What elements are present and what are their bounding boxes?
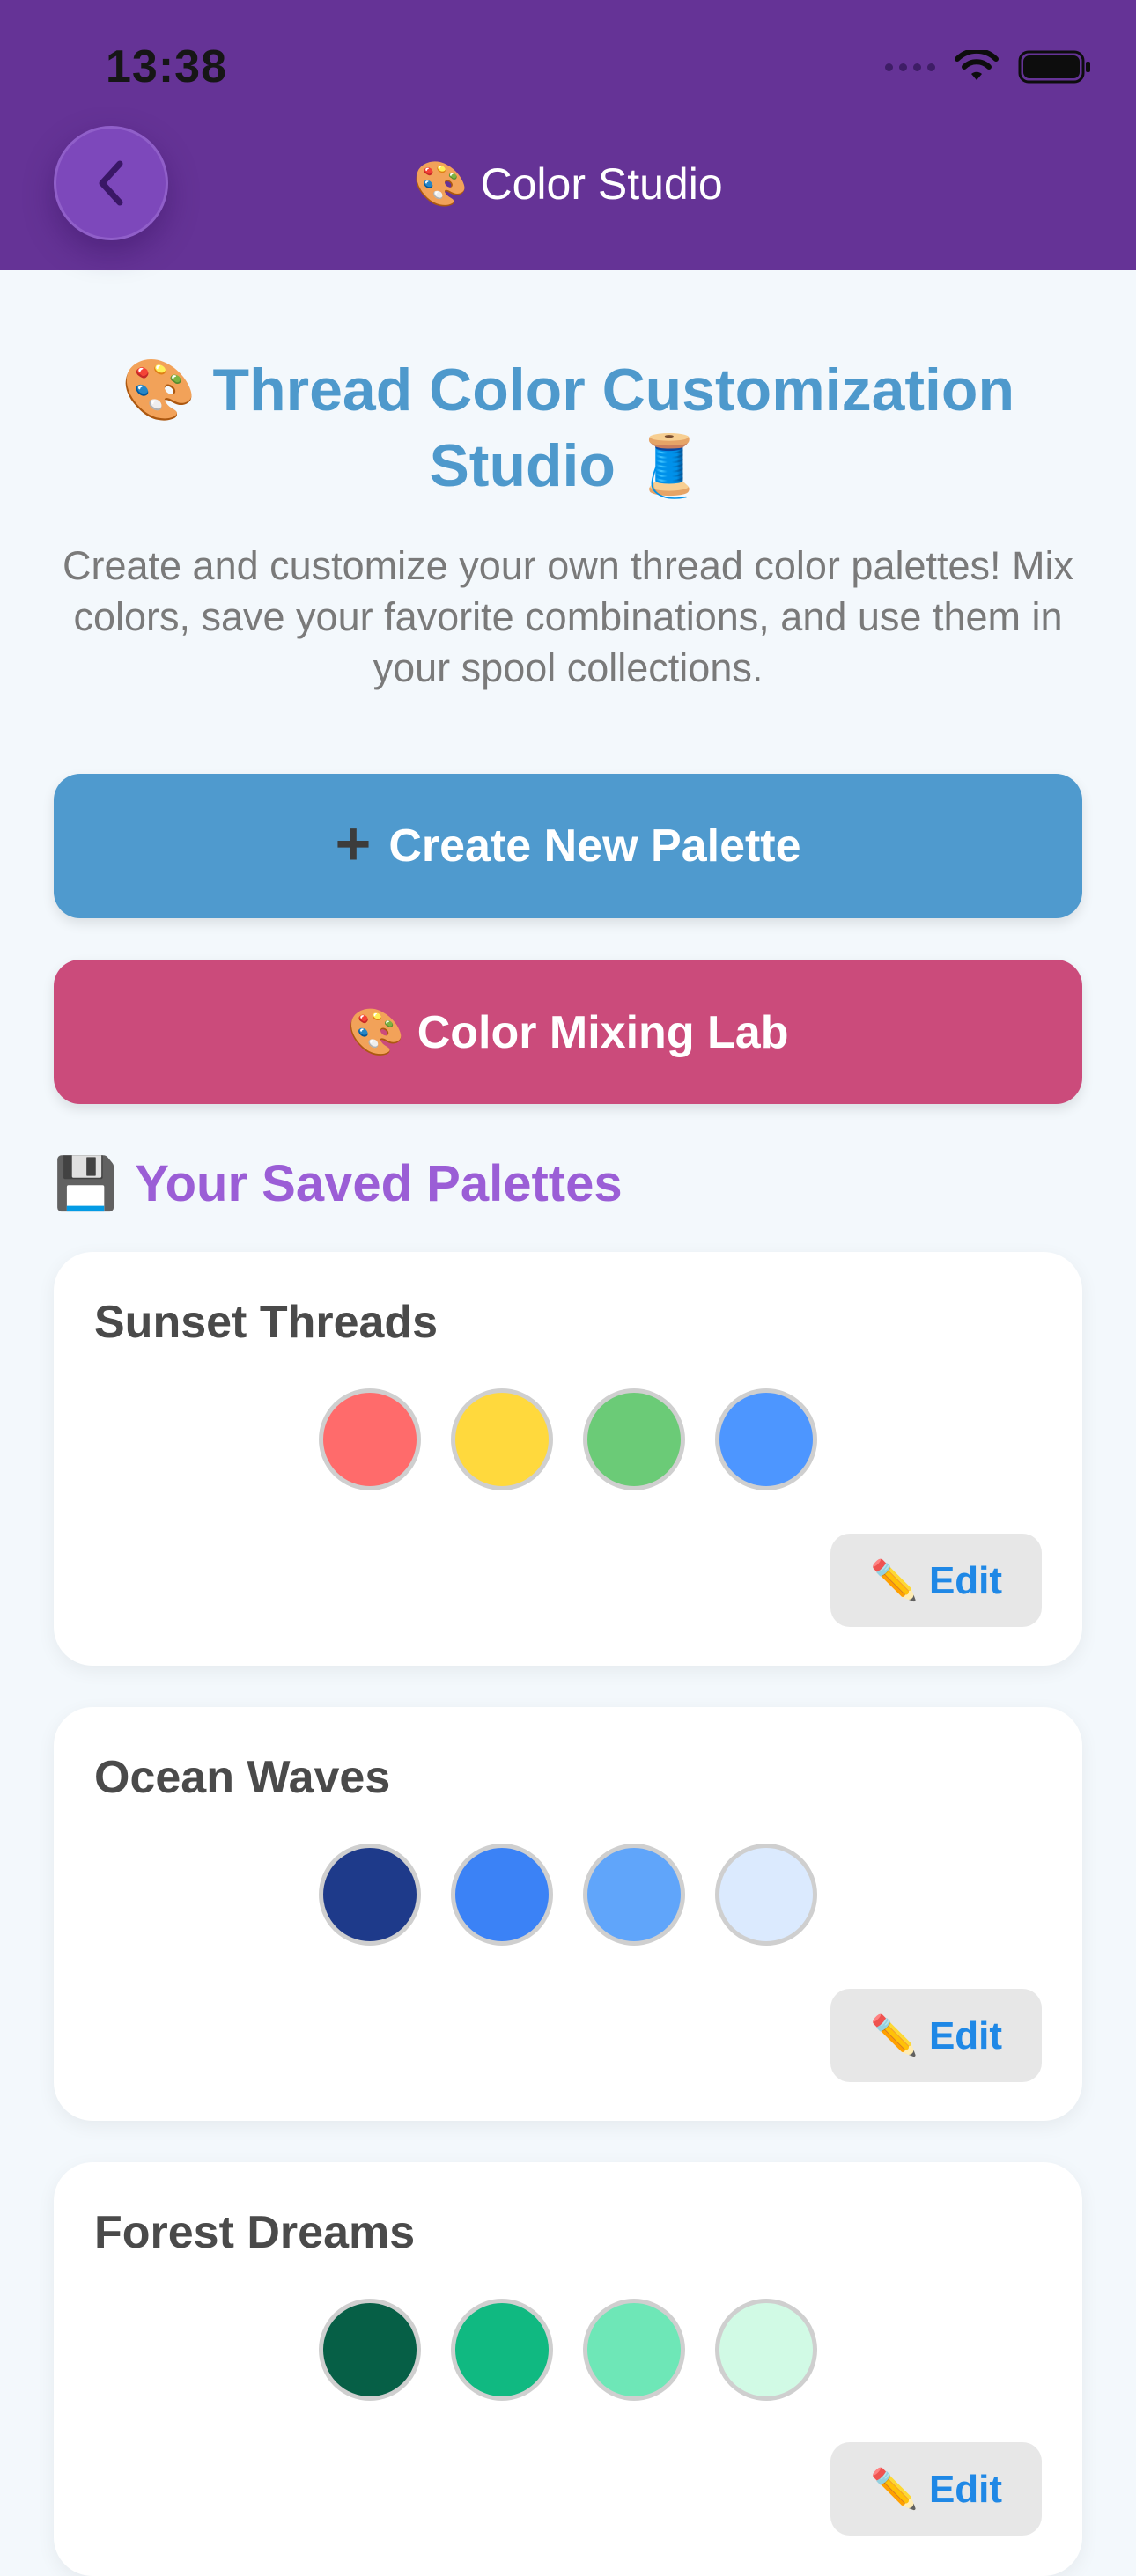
color-swatch[interactable] [451, 1388, 553, 1490]
color-swatch[interactable] [715, 1844, 817, 1946]
floppy-disk-icon: 💾 [54, 1153, 118, 1213]
palette-card: Sunset Threads ✏️ Edit [54, 1252, 1082, 1666]
palette-name: Forest Dreams [94, 2207, 416, 2258]
palette-card: Ocean Waves ✏️ Edit [54, 1707, 1082, 2121]
create-new-palette-label: Create New Palette [388, 821, 801, 872]
palette-swatches [54, 1844, 1082, 1946]
page-title-line-2: Studio 🧵 [429, 432, 707, 499]
color-swatch[interactable] [451, 1844, 553, 1946]
color-swatch[interactable] [319, 1844, 421, 1946]
header-title: 🎨 Color Studio [413, 159, 723, 209]
edit-palette-button[interactable]: ✏️ Edit [830, 1534, 1042, 1627]
color-swatch[interactable] [451, 2299, 553, 2401]
saved-palettes-title: Your Saved Palettes [135, 1155, 623, 1212]
color-swatch[interactable] [583, 1844, 685, 1946]
palette-name: Ocean Waves [94, 1752, 391, 1803]
color-mixing-lab-button[interactable]: 🎨 Color Mixing Lab [54, 960, 1082, 1104]
color-swatch[interactable] [583, 2299, 685, 2401]
wifi-icon [955, 50, 999, 80]
color-swatch[interactable] [319, 2299, 421, 2401]
app-header: 13:38 🎨 Color Studio [0, 0, 1136, 270]
status-icons [885, 46, 1092, 88]
color-swatch[interactable] [715, 2299, 817, 2401]
palette-card: Forest Dreams ✏️ Edit [54, 2162, 1082, 2576]
page-title-line-1: 🎨 Thread Color Customization [121, 357, 1015, 423]
cellular-signal-icon [885, 63, 935, 71]
plus-icon: + [335, 809, 372, 878]
edit-button-label: ✏️ Edit [869, 2014, 1003, 2057]
color-swatch[interactable] [715, 1388, 817, 1490]
color-swatch[interactable] [319, 1388, 421, 1490]
page-title: 🎨 Thread Color Customization Studio 🧵 [53, 352, 1083, 504]
status-time: 13:38 [106, 41, 227, 92]
create-new-palette-button[interactable]: + Create New Palette [54, 774, 1082, 918]
color-swatch[interactable] [583, 1388, 685, 1490]
edit-palette-button[interactable]: ✏️ Edit [830, 2442, 1042, 2536]
palette-swatches [54, 2299, 1082, 2401]
edit-button-label: ✏️ Edit [869, 1559, 1003, 1602]
edit-palette-button[interactable]: ✏️ Edit [830, 1989, 1042, 2082]
battery-icon [1018, 50, 1090, 84]
edit-button-label: ✏️ Edit [869, 2468, 1003, 2511]
palette-swatches [54, 1388, 1082, 1490]
color-mixing-lab-label: 🎨 Color Mixing Lab [347, 1006, 789, 1058]
page-description: Create and customize your own thread col… [62, 543, 1074, 690]
saved-palettes-heading: 💾 Your Saved Palettes [54, 1153, 623, 1214]
palette-name: Sunset Threads [94, 1297, 439, 1348]
